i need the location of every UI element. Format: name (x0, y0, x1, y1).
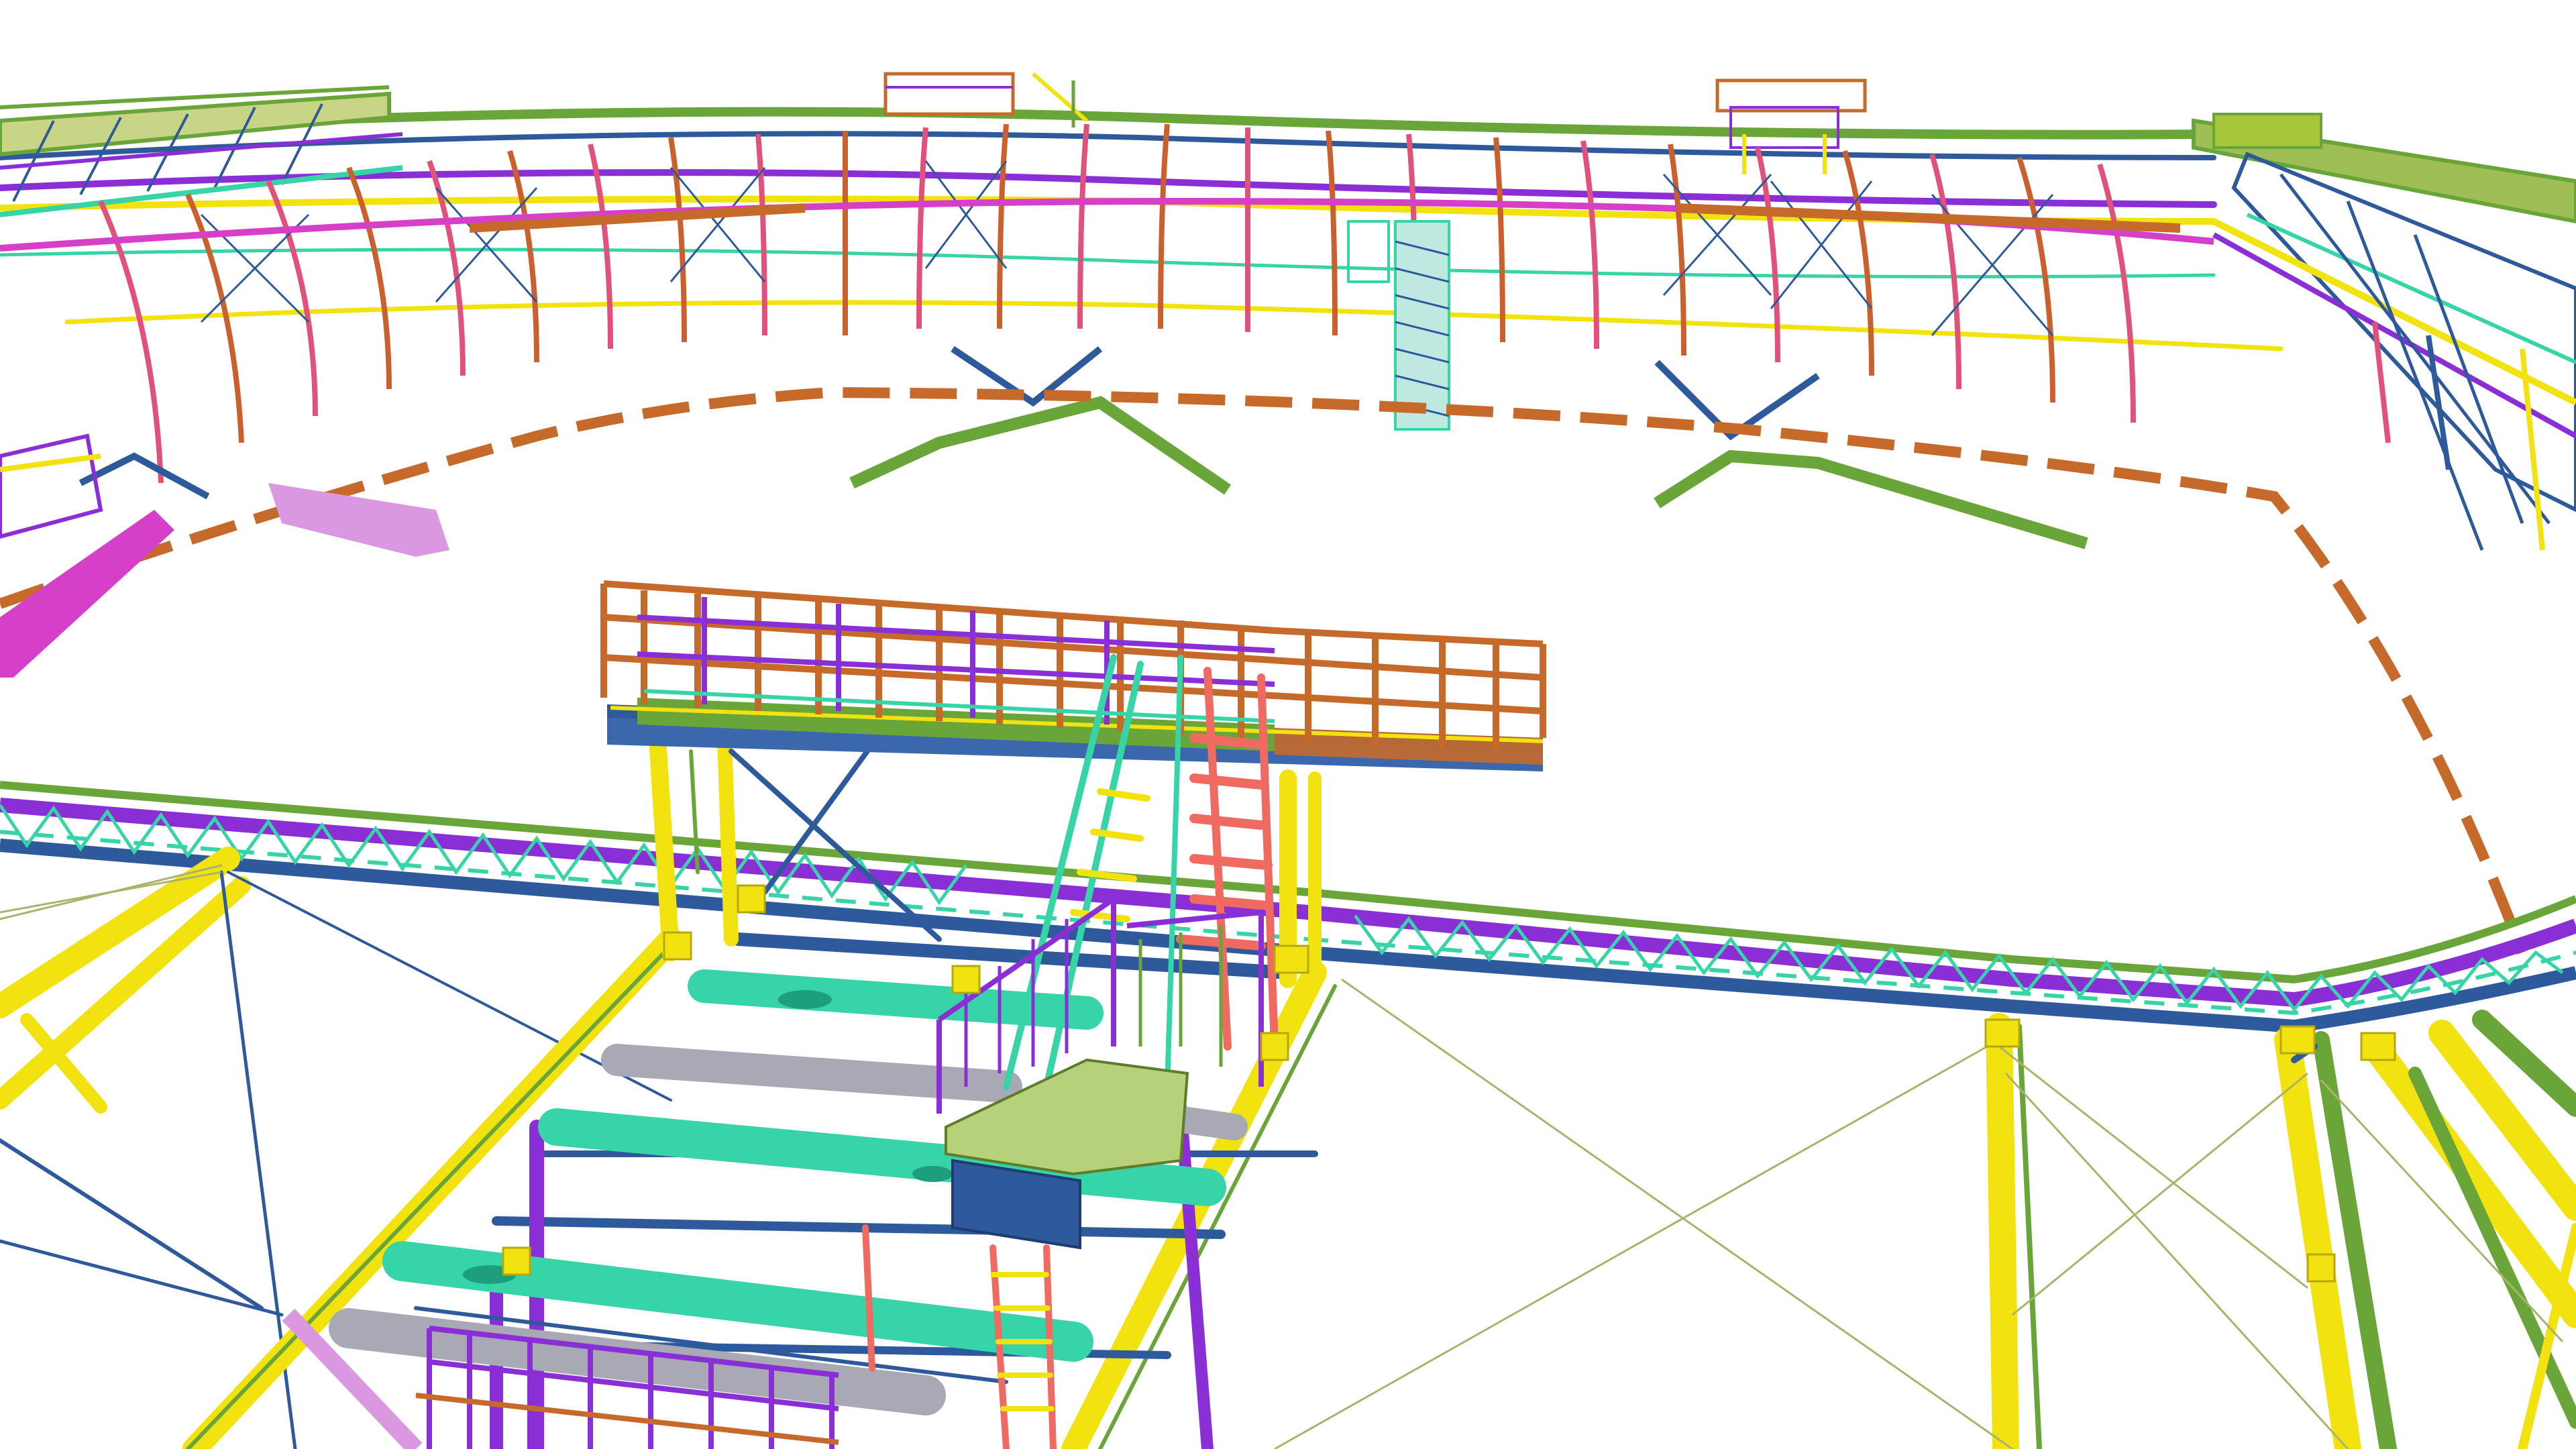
roof-outer-ring-truss (0, 107, 2284, 352)
steel-structure-3d-model[interactable] (0, 0, 2576, 1449)
upper-platform (607, 698, 1544, 771)
model-viewport[interactable] (0, 0, 2576, 1449)
roof-stair-tower (1347, 220, 1450, 431)
right-foreground-columns (1986, 1010, 2576, 1449)
roof-right-gantry (2192, 113, 2576, 551)
roof-ramp-left (0, 433, 449, 678)
roof-left-gantry (0, 85, 403, 217)
roof-purple-band (0, 197, 2214, 252)
